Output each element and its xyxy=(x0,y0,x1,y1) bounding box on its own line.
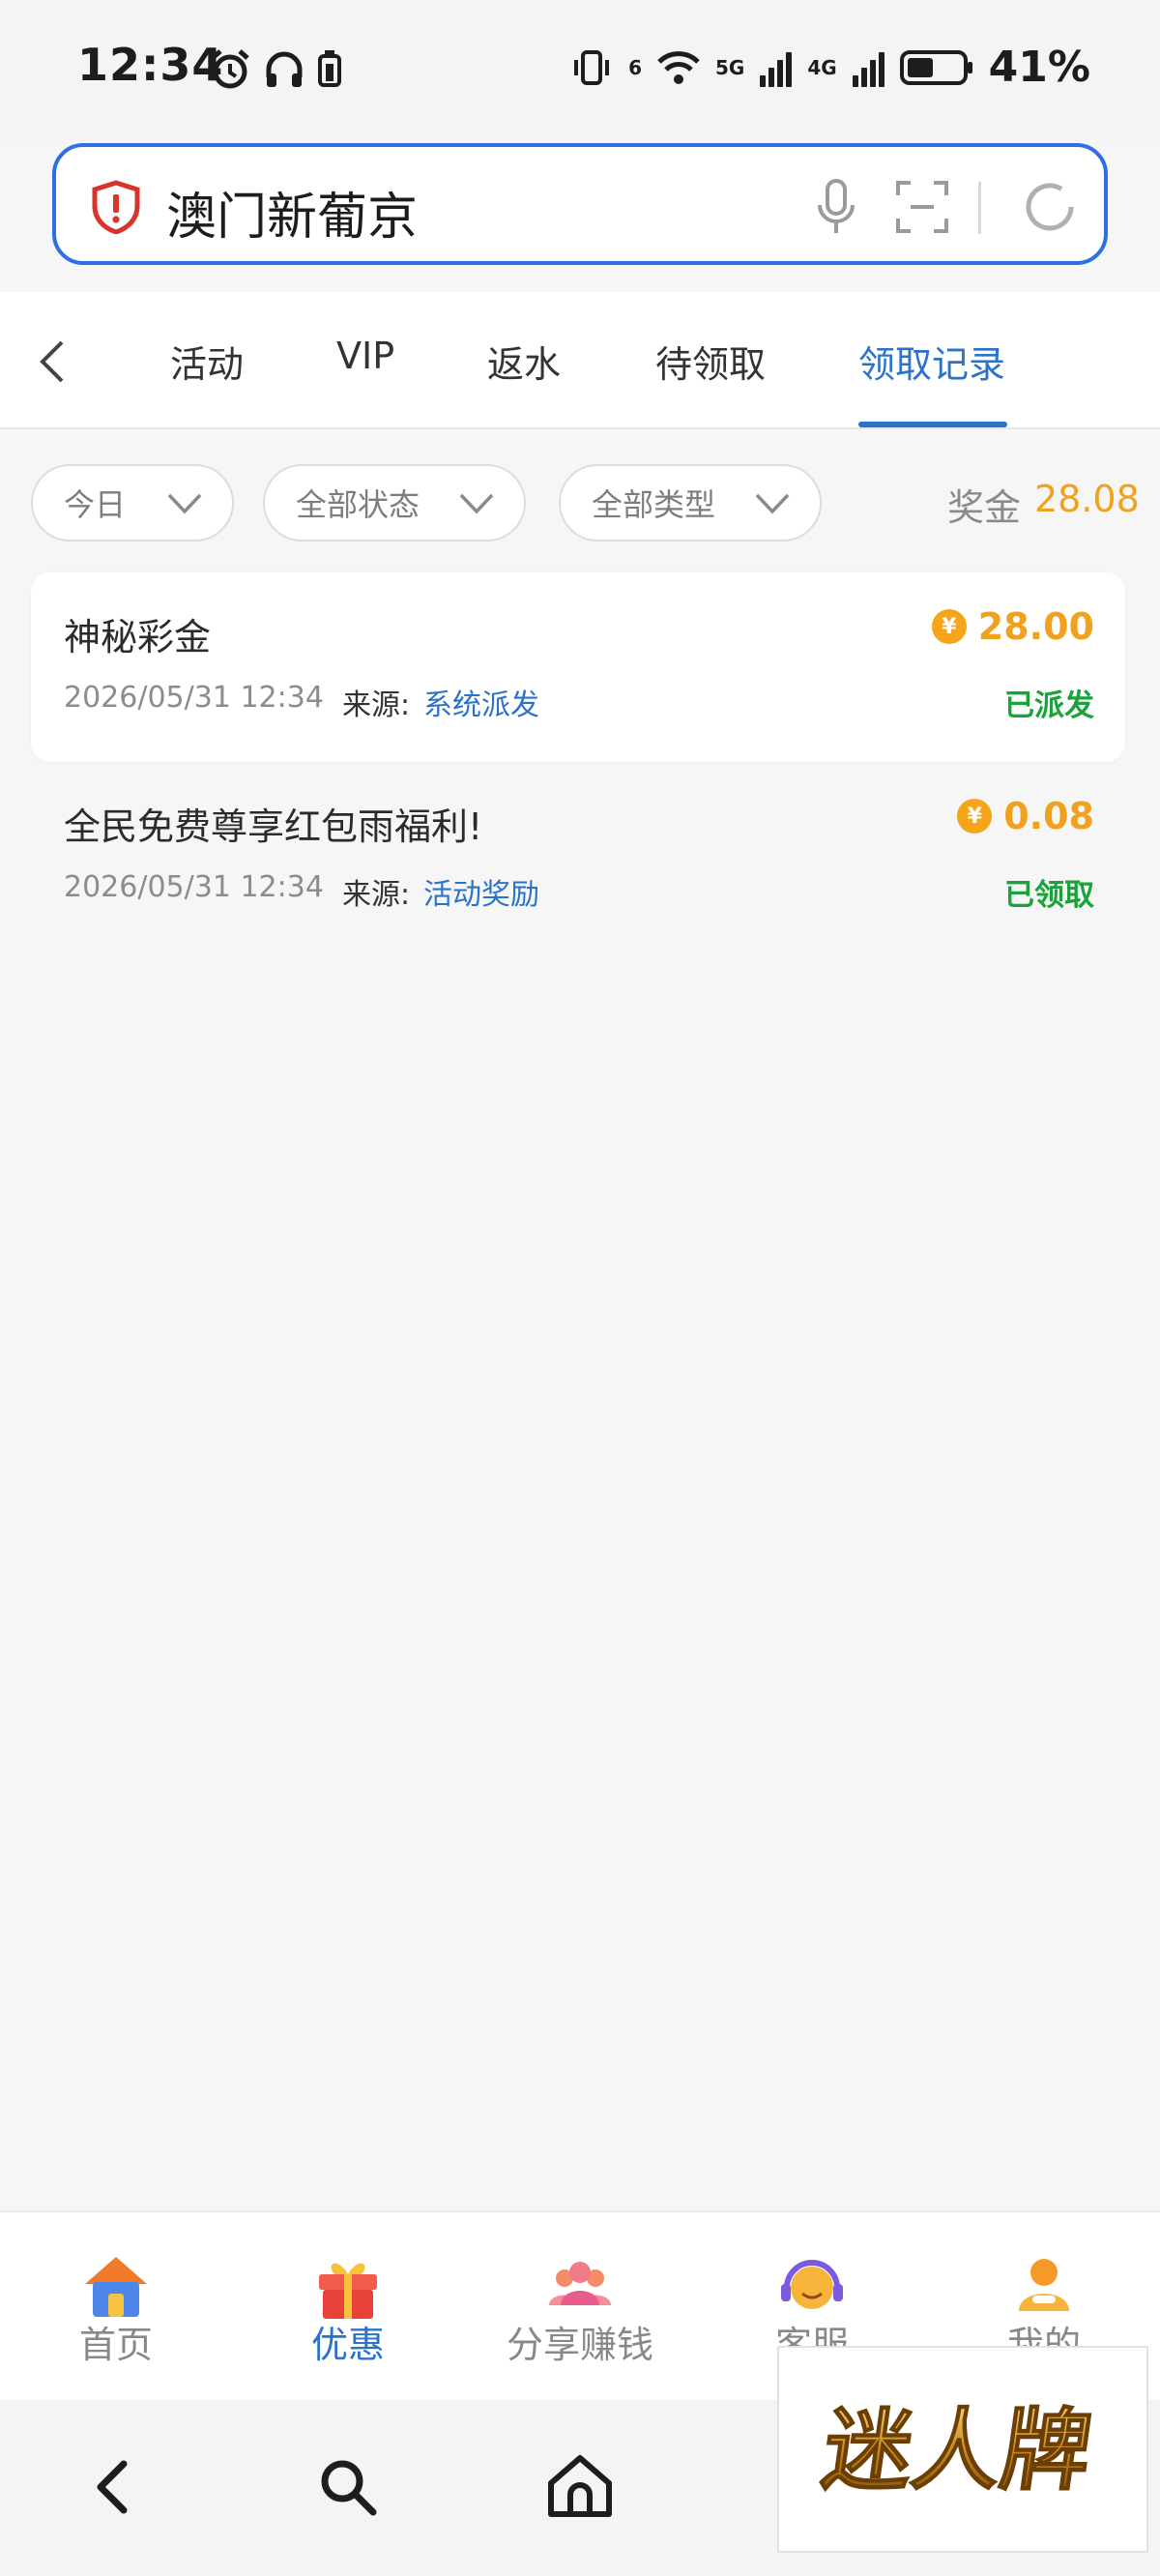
status-left-icons xyxy=(209,48,342,91)
record-source-label: 来源: xyxy=(342,878,411,912)
nav-label-home: 首页 xyxy=(78,2324,153,2366)
support-icon xyxy=(781,2260,843,2309)
tab-pending[interactable]: 待领取 xyxy=(655,335,766,388)
mic-icon[interactable] xyxy=(812,178,860,236)
record-date: 2026/05/31 12:34 xyxy=(64,870,324,904)
search-bar[interactable]: 澳门新葡京 xyxy=(52,143,1108,265)
profile-icon xyxy=(1019,2259,1069,2311)
battery-icon xyxy=(899,49,972,85)
record-date: 2026/05/31 12:34 xyxy=(64,681,324,715)
nav-item-home[interactable]: 首页 xyxy=(0,2212,232,2402)
people-icon xyxy=(549,2262,611,2305)
date-filter-label: 今日 xyxy=(64,486,127,523)
record-amount: ¥ 0.08 xyxy=(957,795,1094,837)
system-home-icon[interactable] xyxy=(541,2448,619,2526)
record-source: 系统派发 xyxy=(423,688,539,722)
shield-alert-icon xyxy=(92,180,140,234)
date-filter-dropdown[interactable]: 今日 xyxy=(31,464,234,542)
record-amount-value: 28.00 xyxy=(977,605,1094,648)
status-right: 6 5G 4G 41% xyxy=(570,43,1090,92)
tab-claim-records[interactable]: 领取记录 xyxy=(858,335,1005,388)
sim2-network-label: 4G xyxy=(807,55,837,79)
system-search-icon[interactable] xyxy=(309,2448,387,2526)
watch-icon xyxy=(318,50,341,87)
chevron-down-icon xyxy=(459,493,494,514)
signal-icon xyxy=(760,48,793,87)
signal-icon xyxy=(852,48,884,87)
record-title: 全民免费尊享红包雨福利! xyxy=(64,805,483,848)
wifi-icon xyxy=(657,50,700,84)
scan-icon[interactable] xyxy=(895,180,949,234)
tab-vip[interactable]: VIP xyxy=(336,335,394,377)
watermark: 迷人牌 xyxy=(777,2346,1148,2553)
chevron-down-icon xyxy=(167,493,202,514)
bonus-total-label: 奖金 xyxy=(947,486,1022,529)
wifi-network-label: 6 xyxy=(628,55,642,79)
vibrate-icon xyxy=(574,49,610,85)
list-item[interactable]: 全民免费尊享红包雨福利! 2026/05/31 12:34 来源: 活动奖励 ¥… xyxy=(31,762,1125,951)
status-filter-label: 全部状态 xyxy=(296,486,420,523)
status-filter-dropdown[interactable]: 全部状态 xyxy=(263,464,526,542)
nav-label-offers: 优惠 xyxy=(310,2324,385,2366)
home-icon xyxy=(85,2257,147,2317)
record-amount: ¥ 28.00 xyxy=(931,605,1094,648)
tab-rebate[interactable]: 返水 xyxy=(487,335,561,388)
nav-label-share-earn: 分享赚钱 xyxy=(506,2324,653,2366)
svg-text:迷人牌: 迷人牌 xyxy=(817,2398,1098,2502)
type-filter-dropdown[interactable]: 全部类型 xyxy=(559,464,822,542)
gift-icon xyxy=(319,2263,377,2319)
tab-bar: 活动 VIP 返水 待领取 领取记录 xyxy=(0,292,1160,429)
headphones-icon xyxy=(266,51,303,87)
coin-icon: ¥ xyxy=(931,609,967,644)
refresh-icon[interactable] xyxy=(1019,176,1081,238)
search-input[interactable]: 澳门新葡京 xyxy=(166,176,418,249)
sim1-network-label: 5G xyxy=(714,55,745,79)
alarm-icon xyxy=(211,49,249,89)
status-badge: 已领取 xyxy=(1004,878,1094,913)
status-badge: 已派发 xyxy=(1004,688,1094,723)
search-divider xyxy=(978,182,981,234)
type-filter-label: 全部类型 xyxy=(592,486,716,523)
chevron-down-icon xyxy=(755,493,790,514)
nav-item-share-earn[interactable]: 分享赚钱 xyxy=(464,2212,696,2402)
bonus-total-value: 28.08 xyxy=(1034,478,1140,520)
list-item[interactable]: 神秘彩金 2026/05/31 12:34 来源: 系统派发 ¥ 28.00 已… xyxy=(31,572,1125,762)
nav-item-offers[interactable]: 优惠 xyxy=(232,2212,464,2402)
status-bar: 12:34 6 5G 4G 41% xyxy=(0,0,1160,141)
back-icon[interactable] xyxy=(33,335,72,389)
coin-icon: ¥ xyxy=(957,799,993,834)
active-tab-indicator xyxy=(858,422,1007,427)
record-source: 活动奖励 xyxy=(423,878,539,912)
watermark-logo: 迷人牌 xyxy=(816,2398,1099,2503)
tab-activities[interactable]: 活动 xyxy=(170,335,244,388)
system-back-icon[interactable] xyxy=(77,2448,155,2526)
record-source-label: 来源: xyxy=(342,688,411,722)
status-time: 12:34 xyxy=(77,39,224,91)
battery-percent: 41% xyxy=(988,43,1090,92)
record-title: 神秘彩金 xyxy=(64,616,212,659)
record-amount-value: 0.08 xyxy=(1003,795,1094,837)
